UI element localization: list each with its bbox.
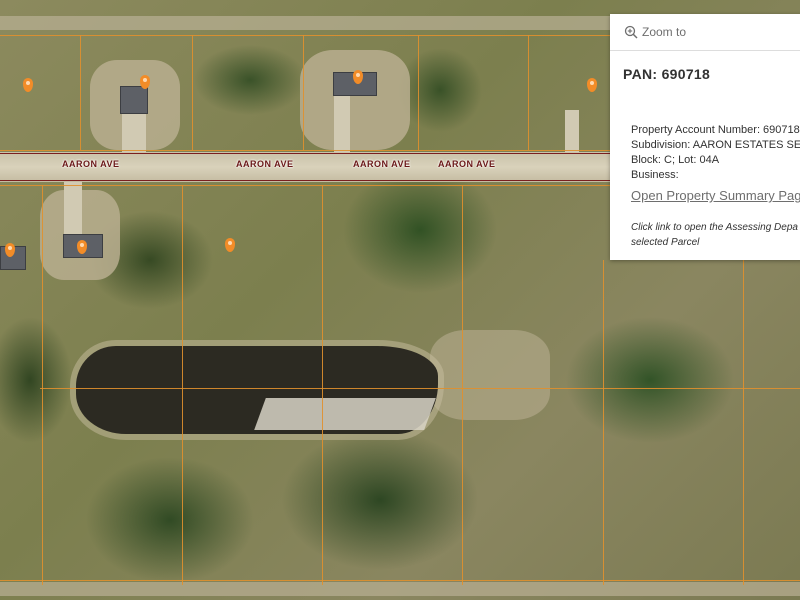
- road-label: AARON AVE: [438, 159, 496, 169]
- parcel-line: [322, 185, 323, 585]
- block-lot: Block: C; Lot: 04A: [631, 154, 720, 166]
- open-property-summary-link[interactable]: Open Property Summary Pag: [631, 188, 800, 203]
- business: Business:: [631, 169, 679, 181]
- road-label: AARON AVE: [62, 159, 120, 169]
- parcel-line: [42, 185, 43, 585]
- popup-header: Zoom to: [610, 14, 800, 51]
- parcel-popup: Zoom to PAN: 690718 Property Account Num…: [610, 14, 800, 260]
- road-label: AARON AVE: [353, 159, 411, 169]
- driveway: [122, 110, 146, 154]
- driveway: [334, 96, 350, 154]
- property-account-number: Property Account Number: 690718: [631, 124, 800, 136]
- parcel-pin[interactable]: [23, 78, 33, 92]
- popup-note: Click link to open the Assessing Depa se…: [631, 222, 798, 248]
- parcel-line: [303, 35, 304, 150]
- driveway: [64, 182, 82, 242]
- parcel-line: [743, 260, 744, 585]
- parcel-line: [528, 35, 529, 150]
- parcel-pin[interactable]: [225, 238, 235, 252]
- lot-clearing: [430, 330, 550, 420]
- parcel-line: [80, 35, 81, 150]
- driveway: [565, 110, 579, 154]
- parcel-line: [192, 35, 193, 150]
- parcel-line: [462, 185, 463, 585]
- parcel-line: [182, 185, 183, 585]
- parcel-line: [0, 580, 800, 581]
- house: [120, 86, 148, 114]
- parcel-pin[interactable]: [587, 78, 597, 92]
- subdivision: Subdivision: AARON ESTATES SEC: [631, 139, 800, 151]
- sand-bank: [254, 398, 436, 430]
- zoom-to-button[interactable]: Zoom to: [642, 25, 686, 39]
- parcel-line: [418, 35, 419, 150]
- parcel-line: [603, 260, 604, 585]
- popup-title: PAN: 690718: [623, 66, 711, 82]
- parcel-line: [40, 388, 800, 389]
- magnifier-plus-icon[interactable]: [624, 25, 638, 39]
- lot-clearing: [300, 50, 410, 150]
- road-label: AARON AVE: [236, 159, 294, 169]
- bottom-road: [0, 582, 800, 596]
